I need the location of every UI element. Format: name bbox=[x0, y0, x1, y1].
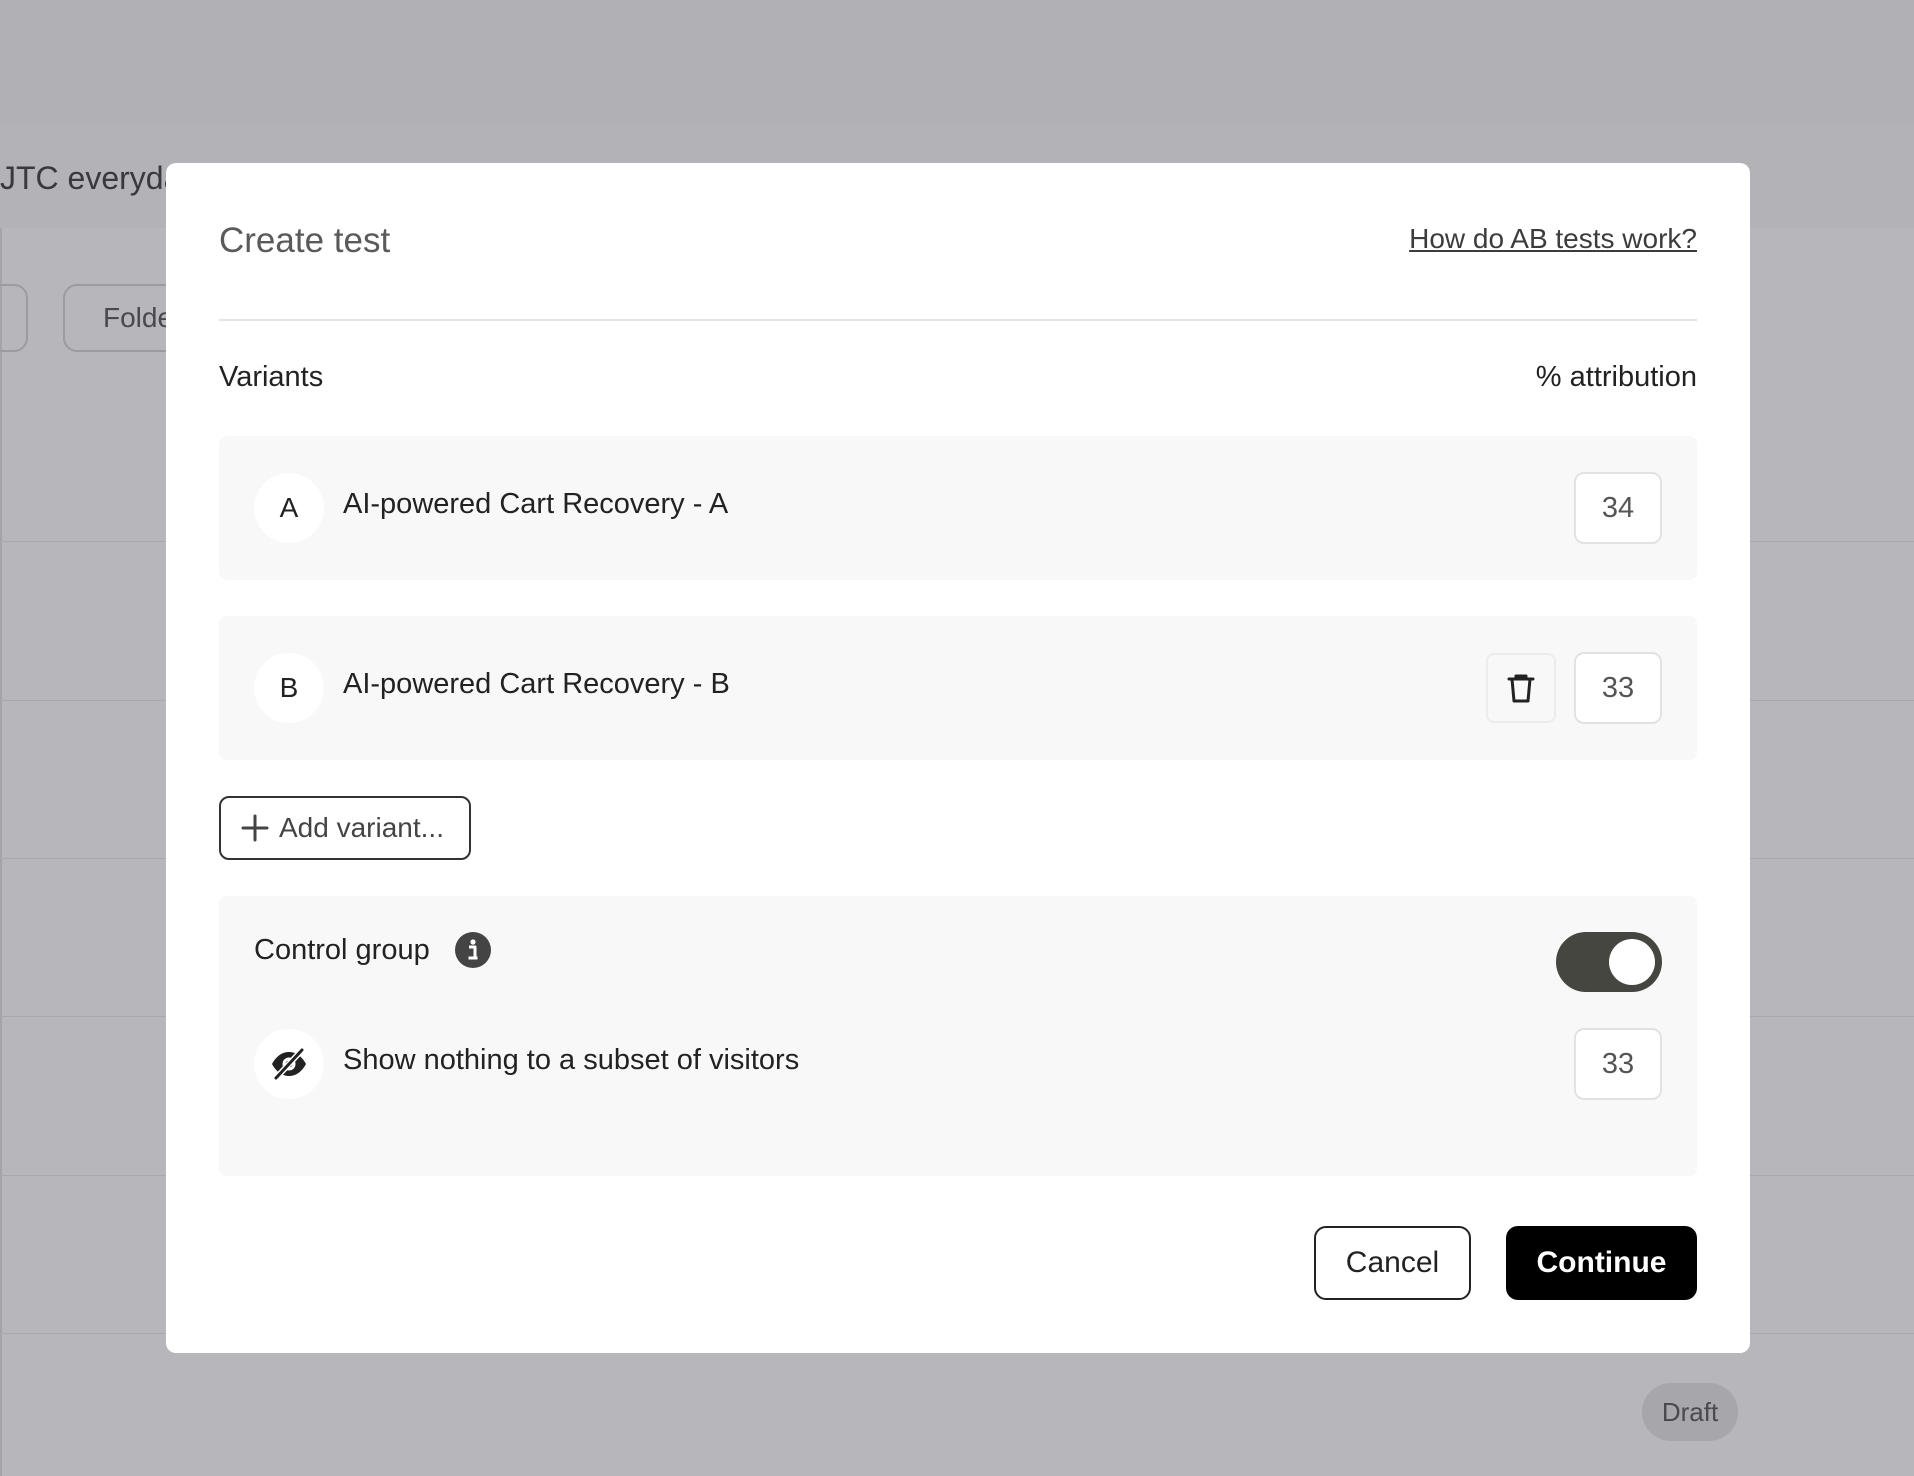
header-divider bbox=[219, 319, 1697, 321]
add-variant-label: Add variant... bbox=[279, 812, 444, 843]
variant-name: AI-powered Cart Recovery - B bbox=[343, 668, 730, 700]
continue-button[interactable]: Continue bbox=[1506, 1226, 1697, 1300]
ab-tests-help-link[interactable]: How do AB tests work? bbox=[1409, 223, 1697, 255]
info-icon[interactable] bbox=[455, 932, 491, 968]
variant-letter-badge: A bbox=[254, 473, 324, 543]
control-group-toggle[interactable] bbox=[1556, 932, 1662, 992]
cancel-button[interactable]: Cancel bbox=[1314, 1226, 1471, 1300]
toggle-knob bbox=[1609, 939, 1655, 985]
modal-title: Create test bbox=[219, 221, 391, 260]
control-group-description: Show nothing to a subset of visitors bbox=[343, 1044, 800, 1076]
variant-row-a: A AI-powered Cart Recovery - A bbox=[219, 436, 1697, 580]
background-filter-chip bbox=[0, 284, 28, 352]
background-draft-badge: Draft bbox=[1642, 1383, 1738, 1441]
variant-a-percent-input[interactable] bbox=[1574, 472, 1662, 544]
variant-letter-badge: B bbox=[254, 653, 324, 723]
attribution-label: % attribution bbox=[1535, 361, 1697, 393]
eye-off-icon bbox=[272, 1047, 306, 1081]
background-schedule-text: JTC everyda bbox=[0, 160, 182, 196]
trash-icon bbox=[1507, 674, 1535, 703]
variant-row-b: B AI-powered Cart Recovery - B bbox=[219, 616, 1697, 760]
control-group-label: Control group bbox=[254, 934, 430, 966]
variants-label: Variants bbox=[219, 361, 324, 393]
add-variant-button[interactable]: Add variant... bbox=[219, 796, 471, 860]
variant-name: AI-powered Cart Recovery - A bbox=[343, 488, 729, 520]
create-test-modal: Create test How do AB tests work? Varian… bbox=[166, 163, 1750, 1353]
variant-b-percent-input[interactable] bbox=[1574, 652, 1662, 724]
delete-variant-button[interactable] bbox=[1486, 653, 1556, 723]
plus-icon bbox=[241, 814, 269, 842]
hidden-eye-badge bbox=[254, 1029, 324, 1099]
background-header bbox=[0, 0, 1914, 124]
control-group-percent-input[interactable] bbox=[1574, 1028, 1662, 1100]
control-group-section: Control group Show nothing to a subset o… bbox=[219, 896, 1697, 1176]
